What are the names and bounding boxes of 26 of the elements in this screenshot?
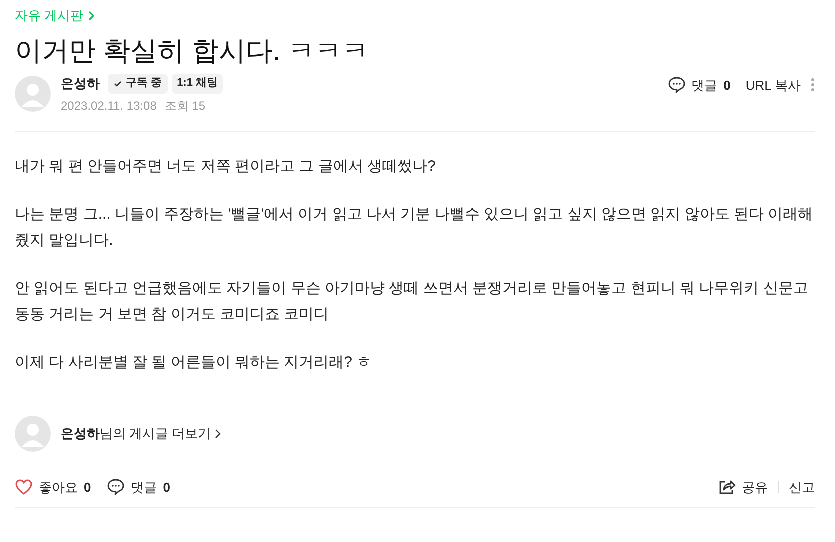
like-button[interactable]: 좋아요 0 — [15, 478, 92, 497]
chevron-icon — [88, 10, 95, 21]
chat-button[interactable]: 1:1 채팅 — [172, 74, 224, 94]
post-date: 2023.02.11. 13:08 — [61, 98, 157, 114]
view-count: 조회 15 — [164, 98, 206, 114]
post-paragraph: 나는 분명 그... 니들이 주장하는 '뻘글'에서 이거 읽고 나서 기분 나뻘수 있으니 읽고 싶지 않으면 읽지 않아도 된다 이래해줬지 말입니다. — [15, 204, 814, 250]
chevron-icon — [215, 428, 222, 438]
post-title: 이거만 확실히 합시다. ㅋㅋㅋ — [15, 34, 370, 68]
author-name: 은성하 — [61, 74, 100, 93]
share-icon — [719, 479, 736, 496]
more-posts-link[interactable]: 은성하님의 게시글 더보기 — [61, 424, 222, 444]
check-icon — [114, 80, 122, 86]
post-paragraph: 안 읽어도 된다고 언급했음에도 자기들이 무슨 아기마냥 생떼 쓰면서 분쟁거리로 만들어놓고 현피니 뭐 나무위키 신문고 동동 거리는 거 보면 참 이거도 코미디죠 코미디 — [15, 278, 810, 324]
report-button[interactable]: 신고 — [789, 478, 815, 497]
comments-button[interactable]: 댓글 0 — [107, 478, 170, 497]
subscribe-button[interactable]: 구독 중 — [108, 74, 168, 94]
comment-icon — [668, 76, 686, 94]
avatar-icon — [15, 416, 51, 452]
more-icon[interactable] — [811, 78, 815, 92]
post-paragraph: 이제 다 사리분별 잘 될 어른들이 뭐하는 지거리래? ㅎ — [15, 352, 373, 372]
share-button[interactable]: 공유 — [719, 478, 768, 497]
avatar-icon — [15, 76, 51, 112]
comments-button[interactable]: 댓글 0 — [668, 76, 731, 95]
comment-icon — [107, 478, 126, 496]
post-paragraph: 내가 뭐 편 안들어주면 너도 저쪽 편이라고 그 글에서 생떼썼나? — [15, 156, 437, 176]
copy-url-button[interactable]: URL 복사 — [746, 76, 801, 95]
